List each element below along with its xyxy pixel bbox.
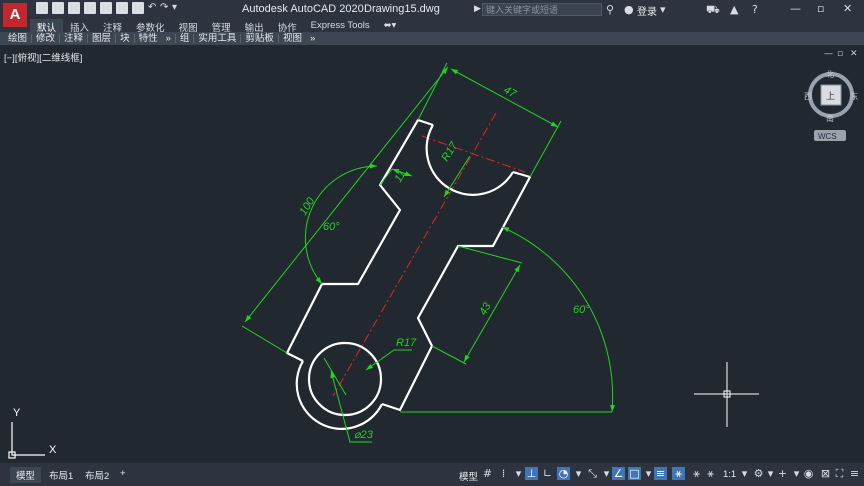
ucs-y-label: Y [13, 407, 21, 419]
viewcube-north-label[interactable]: 北 [826, 70, 834, 79]
dim-43-ext1 [457, 245, 523, 264]
polar-dropdown-icon[interactable]: ▾ [572, 467, 585, 480]
dim-dia23-inner [323, 357, 347, 396]
dim-100-ext [241, 325, 288, 354]
annotation-scale[interactable]: 1:1 [723, 469, 736, 480]
auto-scale-icon[interactable]: ⚹ [690, 467, 703, 480]
dim-11-ext1 [379, 168, 393, 186]
add-layout-button[interactable]: + [114, 467, 132, 480]
hardware-acceleration-icon[interactable]: ⊠ [819, 467, 832, 480]
tab-layout1[interactable]: 布局1 [43, 467, 79, 483]
viewcube-top-label: 上 [826, 91, 835, 102]
annotation-monitor-icon[interactable]: + [776, 467, 789, 480]
drawing-svg: 47 100 R17 11 60° 60° 43 R17 ⌀23 Y X 上 北… [8, 62, 858, 459]
center-line [332, 112, 497, 397]
infer-constraints-icon[interactable]: ⊥ [525, 467, 538, 480]
grid-icon[interactable]: # [481, 467, 494, 480]
dim-11-text: 11 [392, 169, 408, 185]
polar-tracking-icon[interactable]: ◔ [557, 467, 570, 480]
dim-r17-bottom-text: R17 [396, 337, 417, 349]
dim-dia23-text: ⌀23 [354, 429, 374, 441]
tab-model[interactable]: 模型 [10, 467, 42, 483]
viewcube-south-label[interactable]: 南 [826, 113, 834, 123]
dim-60-right-arc [501, 226, 616, 413]
wcs-label: WCS [818, 132, 837, 141]
center-line-top [421, 135, 526, 173]
model-space-button[interactable]: 模型 [459, 469, 478, 483]
dim-60-left-text: 60° [323, 221, 340, 233]
dim-60-left-arc [304, 163, 378, 285]
object-snap-icon[interactable]: □ [628, 467, 641, 480]
scale-dropdown-icon[interactable]: ▾ [738, 467, 751, 480]
customize-statusbar-icon[interactable]: ≡ [848, 467, 861, 480]
lineweight-icon[interactable]: ≡ [654, 467, 667, 480]
tab-layout2[interactable]: 布局2 [79, 467, 115, 483]
annotation-scale-icon[interactable]: ⚹ [704, 467, 717, 480]
viewcube[interactable]: 上 北 南 西 东 WCS [804, 70, 858, 141]
viewcube-west-label[interactable]: 西 [804, 92, 812, 101]
ucs-icon [8, 422, 45, 459]
part-outline [285, 118, 532, 430]
dim-r17-bottom-leader [365, 349, 412, 371]
ucs-x-label: X [49, 444, 57, 456]
fullscreen-icon[interactable]: ⛶ [833, 467, 846, 480]
viewcube-east-label[interactable]: 东 [850, 91, 858, 101]
snap-dropdown-icon[interactable]: ▾ [512, 467, 525, 480]
dim-47-line [450, 68, 559, 128]
annotation-visibility-icon[interactable]: ⚹ [672, 467, 685, 480]
snap-icon[interactable]: ⁞ [497, 467, 510, 480]
dim-43-ext2 [431, 345, 467, 365]
dim-47-ext1 [417, 62, 448, 121]
object-snap-tracking-icon[interactable]: ∠ [612, 467, 625, 480]
crosshair-cursor [694, 362, 759, 427]
isometric-icon[interactable]: ⤡ [586, 467, 599, 480]
dim-43-line [463, 264, 521, 363]
isolate-objects-icon[interactable]: ◉ [802, 467, 815, 480]
bore-circle [307, 341, 383, 417]
dim-100-text: 100 [297, 195, 317, 218]
dim-47-ext2 [529, 120, 562, 178]
dim-60-right-text: 60° [573, 304, 590, 316]
ortho-icon[interactable]: ∟ [541, 467, 554, 480]
